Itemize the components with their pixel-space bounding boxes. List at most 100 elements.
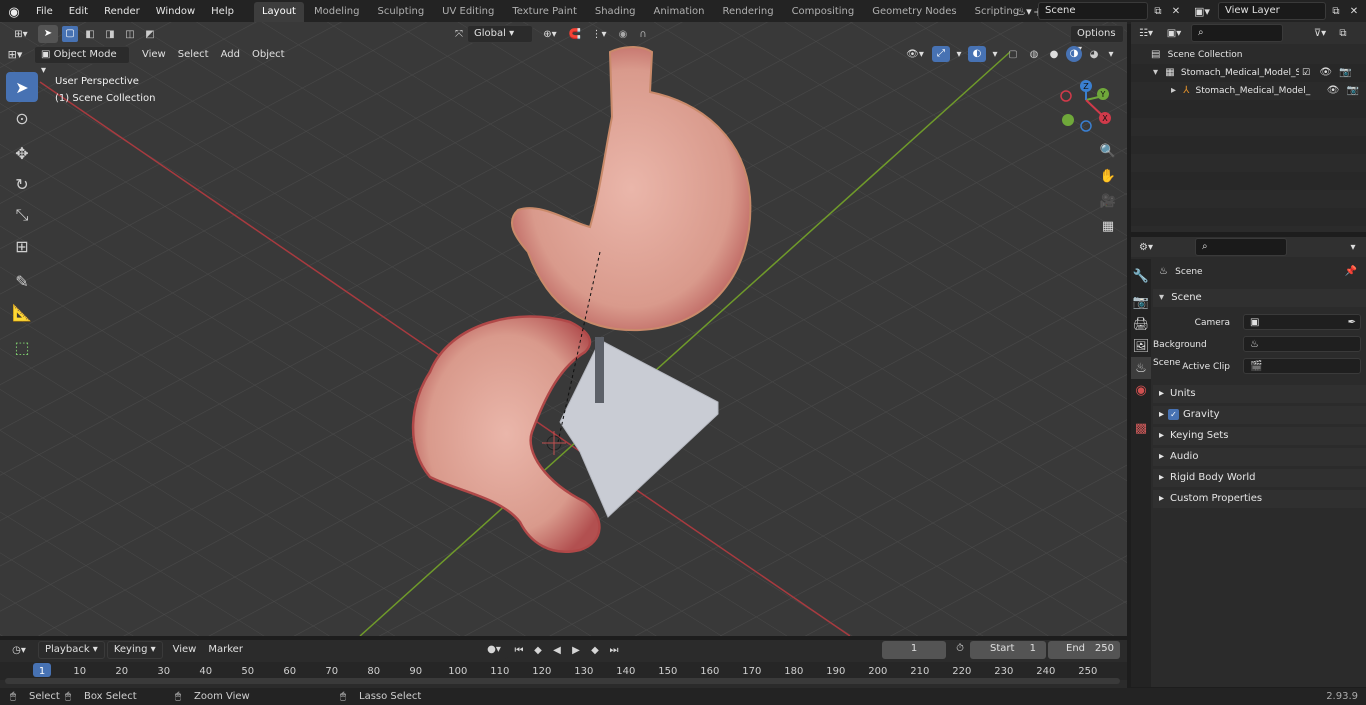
- include-checkbox-icon[interactable]: ☑: [1302, 68, 1310, 78]
- texture-tab-icon[interactable]: ▩: [1131, 417, 1151, 439]
- select-tool-icon[interactable]: ➤: [38, 25, 58, 43]
- tab-rendering[interactable]: Rendering: [714, 2, 781, 22]
- tab-sculpting[interactable]: Sculpting: [369, 2, 432, 22]
- viewport-menu-view[interactable]: View: [136, 45, 172, 65]
- view-layer-icon[interactable]: ▣▾: [1188, 5, 1216, 18]
- add-cube-tool-icon[interactable]: ⬚: [6, 332, 38, 362]
- gizmo-x-negative[interactable]: [1060, 90, 1072, 102]
- blender-logo-icon[interactable]: ◉: [0, 5, 28, 20]
- select-new-icon[interactable]: ▢: [62, 26, 78, 42]
- display-mode-icon[interactable]: ▣▾: [1161, 28, 1187, 39]
- editor-type-icon[interactable]: ⊞▾: [0, 48, 30, 61]
- select-subtract-icon[interactable]: ◨: [102, 29, 118, 40]
- outliner-root-row[interactable]: ▤ Scene Collection: [1131, 46, 1366, 64]
- pivot-point-icon[interactable]: ⊕▾: [537, 29, 563, 40]
- proportional-edit-icon[interactable]: ◉: [615, 29, 631, 40]
- auto-keying-icon[interactable]: ●▾: [480, 641, 508, 659]
- properties-editor-icon[interactable]: ⚙▾: [1131, 242, 1161, 253]
- 3d-viewport[interactable]: [0, 22, 1127, 636]
- keying-sets-panel[interactable]: ▸ Keying Sets: [1153, 427, 1366, 445]
- timeline-editor-icon[interactable]: ◷▾: [4, 645, 34, 656]
- eyedropper-icon[interactable]: ✒: [1348, 315, 1356, 331]
- shading-dropdown-icon[interactable]: ▾: [1106, 49, 1116, 60]
- new-scene-icon[interactable]: ⧉: [1150, 6, 1166, 17]
- outliner-row-object[interactable]: ▸ ⅄ Stomach_Medical_Model_ 👁 📷: [1131, 82, 1366, 100]
- outliner-search-input[interactable]: ⌕: [1191, 24, 1283, 42]
- select-intersect-icon[interactable]: ◩: [142, 29, 158, 40]
- viewport-menu-object[interactable]: Object: [246, 45, 291, 65]
- new-view-layer-icon[interactable]: ⧉: [1328, 6, 1344, 17]
- options-dropdown[interactable]: Options ▾: [1070, 25, 1124, 55]
- tab-compositing[interactable]: Compositing: [784, 2, 863, 22]
- annotate-tool-icon[interactable]: ✎: [6, 266, 38, 296]
- orthographic-grid-icon[interactable]: ▦: [1097, 215, 1119, 237]
- gravity-panel[interactable]: ▸ ✓ Gravity: [1153, 406, 1366, 424]
- gizmo-dropdown-icon[interactable]: ▾: [954, 49, 964, 60]
- expand-icon[interactable]: ▸: [1171, 85, 1176, 96]
- tab-modeling[interactable]: Modeling: [306, 2, 368, 22]
- view-layer-field[interactable]: View Layer: [1218, 2, 1326, 20]
- transform-tool-icon[interactable]: ⊞: [6, 231, 38, 261]
- jump-start-icon[interactable]: ⏮: [511, 645, 527, 656]
- properties-options-icon[interactable]: ▾: [1343, 242, 1363, 253]
- render-tab-icon[interactable]: 📷: [1131, 291, 1151, 313]
- zoom-icon[interactable]: 🔍: [1097, 140, 1119, 162]
- outliner-row-collection[interactable]: ▾ ▦ Stomach_Medical_Model_Slice ☑ 👁 📷: [1131, 64, 1366, 82]
- mode-dropdown[interactable]: ▣ Object Mode ▾: [34, 45, 130, 76]
- rendered-shading-icon[interactable]: ◕: [1086, 49, 1102, 60]
- timeline-view-menu[interactable]: View: [167, 640, 203, 660]
- tab-layout[interactable]: Layout: [253, 2, 304, 22]
- tab-texture-paint[interactable]: Texture Paint: [504, 2, 585, 22]
- camera-view-icon[interactable]: 🎥: [1097, 190, 1119, 212]
- menu-help[interactable]: Help: [203, 0, 242, 24]
- overlays-toggle-icon[interactable]: ◐: [968, 46, 986, 62]
- rigid-body-world-panel[interactable]: ▸ Rigid Body World: [1153, 469, 1366, 487]
- overlays-dropdown-icon[interactable]: ▾: [990, 49, 1000, 60]
- material-shading-icon[interactable]: ◑: [1066, 46, 1082, 62]
- camera-field[interactable]: ▣ ✒: [1243, 314, 1361, 330]
- editor-type-icon-top[interactable]: ⊞▾: [8, 29, 34, 40]
- play-reverse-icon[interactable]: ◀: [549, 645, 565, 656]
- viewport-menu-select[interactable]: Select: [172, 45, 215, 65]
- outliner-editor-icon[interactable]: ☷▾: [1131, 28, 1161, 39]
- tab-shading[interactable]: Shading: [587, 2, 644, 22]
- audio-panel[interactable]: ▸ Audio: [1153, 448, 1366, 466]
- snap-icon[interactable]: 🧲: [567, 29, 583, 40]
- visibility-eye-icon[interactable]: 👁: [1319, 67, 1332, 78]
- snap-target-icon[interactable]: ⋮▾: [587, 29, 611, 40]
- world-tab-icon[interactable]: ◉: [1131, 379, 1151, 401]
- cursor-tool-icon[interactable]: ⊙: [6, 103, 38, 133]
- gizmo-z-negative[interactable]: [1080, 120, 1092, 132]
- menu-window[interactable]: Window: [148, 0, 203, 24]
- properties-search-input[interactable]: ⌕: [1195, 238, 1287, 256]
- pin-icon[interactable]: 📌: [1345, 263, 1357, 281]
- tool-tab-icon[interactable]: 🔧: [1131, 265, 1151, 287]
- menu-file[interactable]: File: [28, 0, 61, 24]
- current-frame-field[interactable]: 1: [882, 641, 946, 659]
- stopwatch-icon[interactable]: ⏱: [953, 643, 967, 654]
- view-layer-tab-icon[interactable]: 🖼: [1131, 335, 1151, 357]
- wireframe-shading-icon[interactable]: ◍: [1026, 49, 1042, 60]
- timeline-scrollbar[interactable]: [5, 678, 1120, 684]
- transform-orientation-dropdown[interactable]: Global ▾: [467, 25, 533, 43]
- visibility-icon[interactable]: 👁▾: [902, 49, 928, 60]
- scene-icon[interactable]: ♨▾: [1012, 5, 1036, 18]
- measure-tool-icon[interactable]: 📐: [6, 297, 38, 327]
- move-tool-icon[interactable]: ✥: [6, 138, 38, 168]
- falloff-icon[interactable]: ∩: [635, 29, 651, 40]
- output-tab-icon[interactable]: 🖨: [1131, 313, 1151, 335]
- active-clip-field[interactable]: 🎬: [1243, 358, 1361, 374]
- playback-menu[interactable]: Playback ▾: [38, 641, 105, 659]
- select-difference-icon[interactable]: ◫: [122, 29, 138, 40]
- timeline-marker-menu[interactable]: Marker: [202, 640, 249, 660]
- scene-tab-icon[interactable]: ♨: [1131, 357, 1151, 379]
- gizmo-toggle-icon[interactable]: ⤢: [932, 46, 950, 62]
- menu-render[interactable]: Render: [96, 0, 148, 24]
- delete-scene-icon[interactable]: ✕: [1168, 6, 1184, 17]
- navigation-gizmo[interactable]: Y Z X: [1055, 78, 1117, 134]
- render-camera-icon[interactable]: 📷: [1347, 85, 1359, 96]
- filter-icon[interactable]: ⊽▾: [1305, 28, 1335, 39]
- menu-edit[interactable]: Edit: [61, 0, 96, 24]
- start-frame-field[interactable]: Start 1: [970, 641, 1046, 659]
- keying-menu[interactable]: Keying ▾: [106, 641, 163, 659]
